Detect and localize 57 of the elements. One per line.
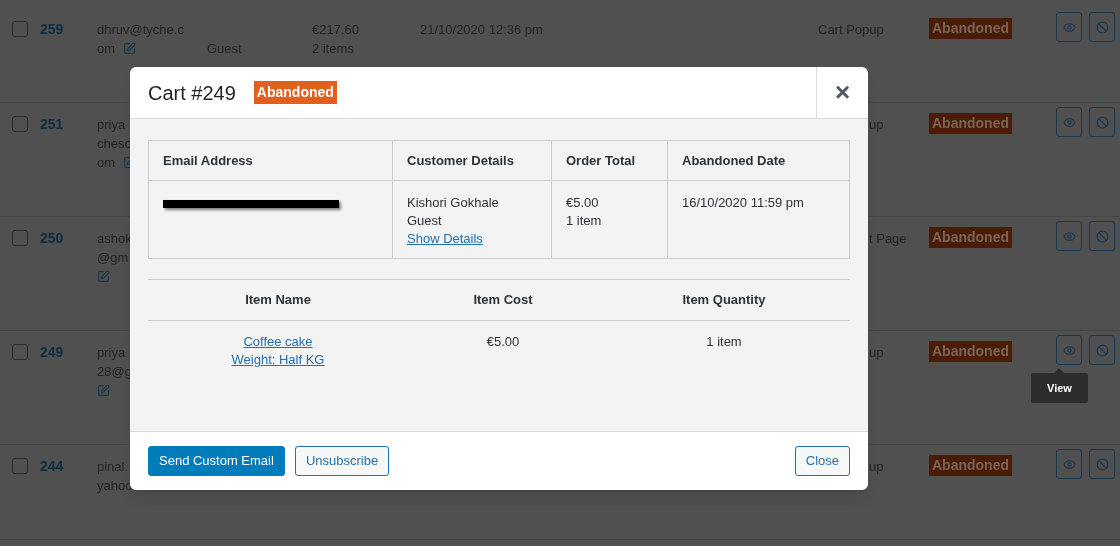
dialog-title: Cart #249 <box>148 80 236 106</box>
status-badge: Abandoned <box>253 81 337 104</box>
row-checkbox[interactable] <box>12 458 28 474</box>
unsubscribe-button[interactable]: Unsubscribe <box>294 446 390 476</box>
column-header: Customer Details <box>407 151 514 170</box>
order-total-text: 1 item <box>566 212 602 230</box>
ban-icon <box>1095 457 1109 471</box>
eye-icon <box>1062 457 1076 471</box>
unsubscribe-icon-button[interactable] <box>1089 335 1115 365</box>
view-button[interactable] <box>1056 107 1082 137</box>
status-badge: Abandoned <box>929 455 1012 476</box>
status-badge: Abandoned <box>929 227 1012 248</box>
unsubscribe-icon-button[interactable] <box>1089 12 1115 42</box>
column-header: Order Total <box>566 151 636 170</box>
item-name-link[interactable]: Coffee cake <box>243 333 313 351</box>
column-header: Abandoned Date <box>682 151 786 170</box>
ban-icon <box>1095 115 1109 129</box>
customer-text: Kishori Gokhale <box>407 194 499 212</box>
close-dialog-button[interactable]: Close <box>794 446 850 476</box>
eye-icon <box>1062 20 1076 34</box>
column-header: Item Quantity <box>682 291 766 310</box>
send-email-button[interactable]: Send Custom Email <box>148 446 285 476</box>
ban-icon <box>1095 343 1109 357</box>
eye-icon <box>1062 229 1076 243</box>
row-checkbox[interactable] <box>12 116 28 132</box>
tooltip: View <box>1031 373 1088 403</box>
column-header: Item Cost <box>473 291 533 310</box>
status-badge: Abandoned <box>929 18 1012 39</box>
unsubscribe-icon-button[interactable] <box>1089 107 1115 137</box>
row-checkbox[interactable] <box>12 344 28 360</box>
unsubscribe-icon-button[interactable] <box>1089 221 1115 251</box>
order-total-text: €5.00 <box>566 194 599 212</box>
status-badge: Abandoned <box>929 113 1012 134</box>
row-checkbox[interactable] <box>12 230 28 246</box>
edit-icon[interactable] <box>97 270 110 283</box>
view-button[interactable] <box>1056 335 1082 365</box>
item-name-link[interactable]: Weight: Half KG <box>231 351 325 369</box>
item-cost-text: €5.00 <box>486 333 520 351</box>
unsubscribe-icon-button[interactable] <box>1089 449 1115 479</box>
ban-icon <box>1095 229 1109 243</box>
eye-icon <box>1062 343 1076 357</box>
close-button[interactable]: × <box>816 67 868 118</box>
column-header: Email Address <box>163 151 253 170</box>
ban-icon <box>1095 20 1109 34</box>
edit-icon[interactable] <box>97 384 110 397</box>
row-checkbox[interactable] <box>12 21 28 37</box>
eye-icon <box>1062 115 1076 129</box>
show-details-link[interactable]: Show Details <box>407 230 483 248</box>
view-button[interactable] <box>1056 221 1082 251</box>
abandoned-date-text: 16/10/2020 11:59 pm <box>682 195 804 210</box>
status-badge: Abandoned <box>929 341 1012 362</box>
view-button[interactable] <box>1056 449 1082 479</box>
column-header: Item Name <box>245 291 311 310</box>
item-quantity-text: 1 item <box>706 333 742 351</box>
view-button[interactable] <box>1056 12 1082 42</box>
customer-text: Guest <box>407 212 442 230</box>
edit-icon[interactable] <box>123 42 137 55</box>
